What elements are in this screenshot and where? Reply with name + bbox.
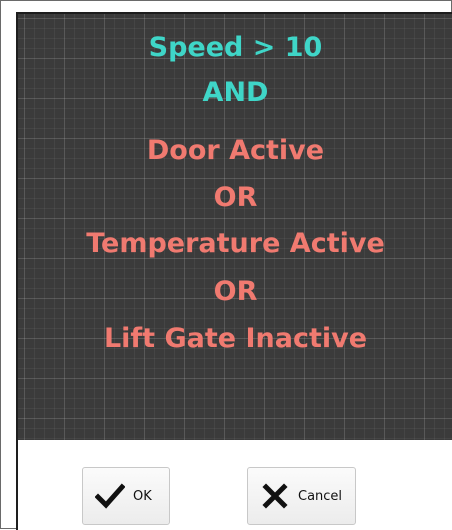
ok-button-label: OK <box>133 488 152 504</box>
rule-canvas: Speed > 10 AND Door Active OR Temperatur… <box>18 14 452 440</box>
cancel-button[interactable]: Cancel <box>247 467 356 525</box>
condition-lift-gate-inactive: Lift Gate Inactive <box>103 323 368 354</box>
button-bar: OK Cancel <box>18 440 452 530</box>
condition-temperature-active: Temperature Active <box>86 228 385 259</box>
operator-or: OR <box>213 276 258 307</box>
condition-door-active: Door Active <box>146 135 325 166</box>
cancel-button-label: Cancel <box>298 488 343 504</box>
rule-dialog: Speed > 10 AND Door Active OR Temperatur… <box>16 12 452 530</box>
close-icon <box>258 479 292 513</box>
ok-button[interactable]: OK <box>82 467 170 525</box>
checkmark-icon <box>93 479 127 513</box>
window-frame: Speed > 10 AND Door Active OR Temperatur… <box>0 0 452 530</box>
operator-and: AND <box>202 77 269 108</box>
condition-speed: Speed > 10 <box>148 32 323 63</box>
operator-or: OR <box>213 182 258 213</box>
